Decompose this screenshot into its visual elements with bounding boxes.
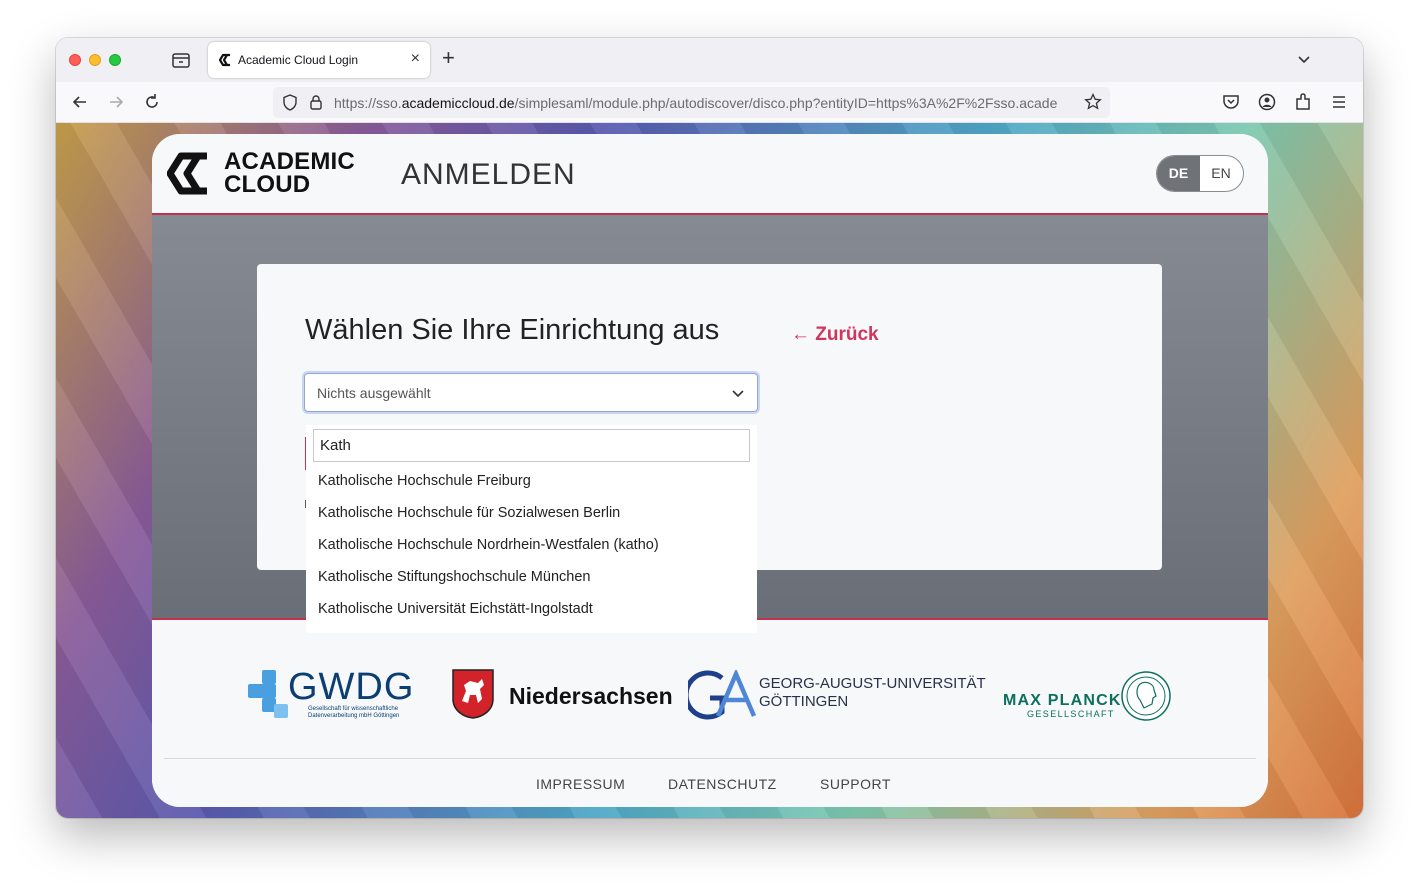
dropdown-option[interactable]: Katholische Hochschule für Sozialwesen B…: [318, 505, 620, 521]
niedersachsen-logo-text[interactable]: Niedersachsen: [509, 683, 673, 710]
new-tab-button[interactable]: +: [442, 47, 455, 69]
back-arrow-icon[interactable]: [70, 92, 90, 112]
browser-window: Academic Cloud Login × + https://sso.aca…: [56, 38, 1363, 818]
site-header: ACADEMIC CLOUD ANMELDEN DE EN: [152, 134, 1268, 215]
dropdown-option[interactable]: Katholische Hochschule Freiburg: [318, 473, 531, 489]
account-icon[interactable]: [1257, 92, 1277, 112]
login-card: ACADEMIC CLOUD ANMELDEN DE EN Wählen Sie…: [152, 134, 1268, 807]
panel-title: Wählen Sie Ihre Einrichtung aus: [305, 314, 720, 346]
academic-cloud-logo-icon[interactable]: [167, 150, 213, 197]
language-de-button[interactable]: DE: [1157, 156, 1200, 191]
bookmark-star-icon[interactable]: [1084, 93, 1102, 111]
menu-icon[interactable]: [1329, 92, 1349, 112]
chevron-down-icon[interactable]: [1297, 52, 1311, 66]
tab-academic-cloud[interactable]: Academic Cloud Login ×: [208, 42, 430, 78]
close-window-button[interactable]: [69, 54, 81, 66]
uni-goettingen-logo-text[interactable]: GEORG-AUGUST-UNIVERSITÄT GÖTTINGEN: [759, 675, 986, 711]
max-planck-subtitle: GESELLSCHAFT: [1027, 709, 1115, 719]
tab-title: Academic Cloud Login: [238, 53, 359, 67]
extensions-icon[interactable]: [1293, 92, 1313, 112]
language-toggle: DE EN: [1156, 155, 1244, 192]
forward-arrow-icon[interactable]: [106, 92, 126, 112]
academic-cloud-favicon-icon: [218, 53, 230, 67]
tab-close-icon[interactable]: ×: [411, 50, 420, 68]
zoom-window-button[interactable]: [109, 54, 121, 66]
minimize-window-button[interactable]: [89, 54, 101, 66]
support-link[interactable]: SUPPORT: [820, 776, 891, 792]
back-link[interactable]: ← Zurück: [791, 324, 879, 346]
tab-manager-icon[interactable]: [171, 51, 191, 69]
pocket-icon[interactable]: [1221, 92, 1241, 112]
institution-search-input[interactable]: [313, 429, 750, 462]
dropdown-option[interactable]: Katholische Stiftungshochschule München: [318, 569, 590, 585]
address-bar[interactable]: https://sso.academiccloud.de/simplesaml/…: [273, 87, 1110, 118]
url-text[interactable]: https://sso.academiccloud.de/simplesaml/…: [334, 95, 1079, 111]
gwdg-subtitle: Gesellschaft für wissenschaftliche Daten…: [308, 706, 400, 719]
navigation-bar: https://sso.academiccloud.de/simplesaml/…: [56, 82, 1363, 123]
uni-goettingen-logo-icon[interactable]: [688, 670, 756, 720]
impressum-link[interactable]: IMPRESSUM: [536, 776, 625, 792]
academic-cloud-logo-text[interactable]: ACADEMIC CLOUD: [224, 150, 355, 197]
datenschutz-link[interactable]: DATENSCHUTZ: [668, 776, 777, 792]
niedersachsen-horse-shield-icon[interactable]: [452, 669, 494, 719]
gwdg-logo-icon[interactable]: [248, 670, 288, 720]
site-footer: GWDG Gesellschaft für wissenschaftliche …: [152, 622, 1268, 807]
chevron-down-icon: [732, 390, 744, 398]
max-planck-logo-text[interactable]: MAX PLANCK: [1003, 692, 1122, 710]
gwdg-logo-text[interactable]: GWDG: [288, 666, 414, 709]
tracking-shield-icon[interactable]: [282, 94, 298, 111]
select-value: Nichts ausgewählt: [317, 385, 431, 401]
lock-icon[interactable]: [309, 94, 323, 110]
dropdown-option[interactable]: Katholische Universität Eichstätt-Ingols…: [318, 601, 593, 617]
page-title: ANMELDEN: [401, 158, 576, 191]
page-viewport: ACADEMIC CLOUD ANMELDEN DE EN Wählen Sie…: [56, 123, 1363, 818]
tab-bar: Academic Cloud Login × +: [56, 38, 1363, 82]
footer-divider: [164, 758, 1256, 759]
dropdown-option[interactable]: Katholische Hochschule Nordrhein-Westfal…: [318, 537, 659, 553]
minerva-seal-icon[interactable]: [1120, 670, 1172, 722]
institution-dropdown: Katholische Hochschule Freiburg Katholis…: [306, 425, 757, 633]
institution-select[interactable]: Nichts ausgewählt: [304, 373, 758, 412]
reload-icon[interactable]: [142, 92, 162, 112]
language-en-button[interactable]: EN: [1199, 156, 1243, 191]
